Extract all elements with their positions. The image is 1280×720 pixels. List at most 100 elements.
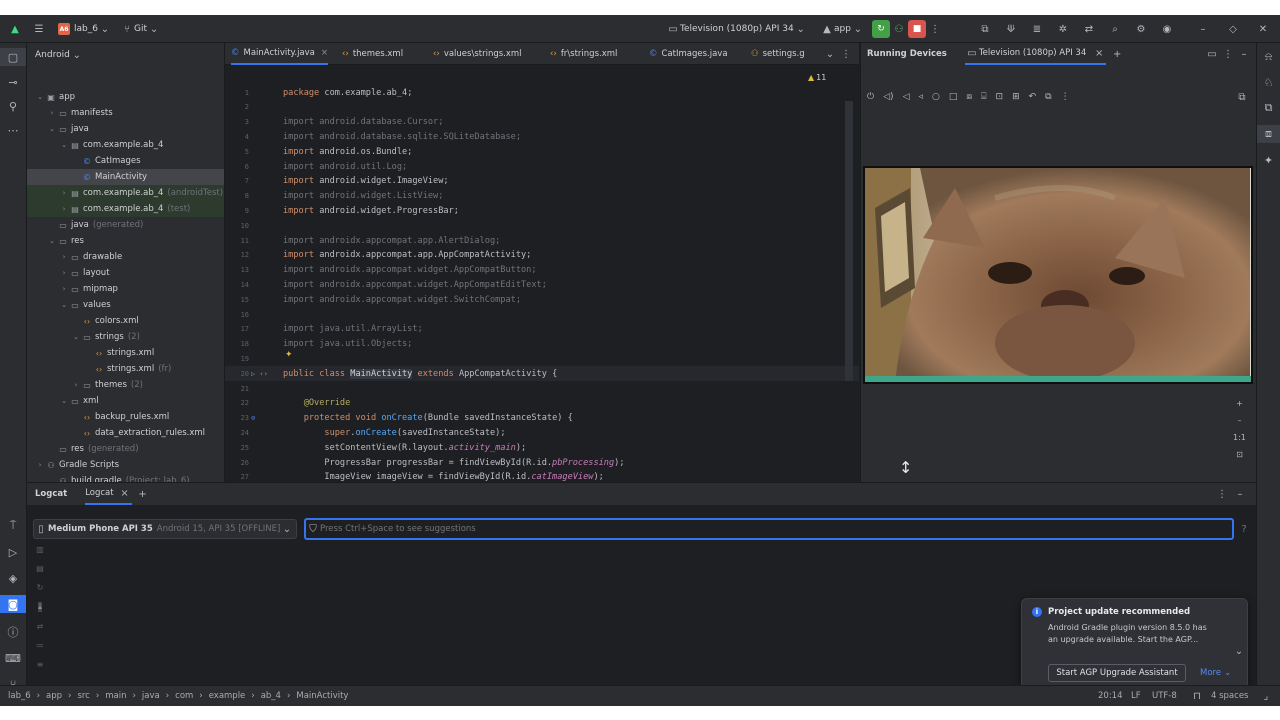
tree-item[interactable]: ⌄ ▭ java (27, 121, 224, 137)
screenshot-icon[interactable]: ⌸ (981, 92, 986, 102)
chevron-down-icon[interactable]: ⌄ (59, 301, 69, 309)
record-icon[interactable]: ⊡ (996, 92, 1004, 102)
logcat-device-selector[interactable]: ▯ Medium Phone API 35 Android 15, API 35… (33, 519, 297, 539)
apply-changes-icon[interactable]: ⚇ (892, 22, 906, 36)
run-tool-icon[interactable]: ▷ (0, 543, 26, 561)
breadcrumb-item[interactable]: src (77, 691, 89, 701)
breadcrumb-item[interactable]: MainActivity (296, 691, 348, 701)
restore-icon[interactable]: ◇ (1226, 22, 1240, 36)
format-icon[interactable]: ≡ (37, 660, 44, 669)
more-vertical-icon[interactable]: ⋮ (839, 47, 853, 61)
hide-panel-icon[interactable]: – (1233, 487, 1247, 501)
new-tab-icon[interactable]: + (136, 487, 150, 501)
editor-tab[interactable]: ‹› themes.xml (342, 43, 403, 65)
run-gutter-icon[interactable]: ▷ ‹› (251, 370, 268, 378)
tree-item[interactable]: ‹› strings.xml (27, 345, 224, 361)
vcs-selector[interactable]: ⑂ Git ⌄ (120, 15, 161, 43)
more-actions-link[interactable]: More ⌄ (1200, 664, 1231, 682)
chevron-right-icon[interactable]: › (71, 381, 81, 389)
back-icon[interactable]: ◃ (918, 92, 923, 102)
tree-item[interactable]: ⌄ ▭ strings (2) (27, 329, 224, 345)
tree-item[interactable]: © CatImages (27, 153, 224, 169)
sdk-manager-icon[interactable]: ⟱ (1004, 22, 1018, 36)
project-view-selector[interactable]: Android ⌄ (35, 47, 84, 63)
tree-item[interactable]: ‹› data_extraction_rules.xml (27, 425, 224, 441)
restart-icon[interactable]: ↻ (37, 583, 44, 592)
tree-item[interactable]: ⌄ ▭ res (27, 233, 224, 249)
notifications-icon[interactable]: ⍾ (1257, 48, 1280, 66)
add-device-icon[interactable]: + (1110, 47, 1124, 61)
undo-icon[interactable]: ↶ (1029, 92, 1037, 102)
editor-tab[interactable]: ‹› values\strings.xml (433, 43, 522, 65)
chevron-down-icon[interactable]: ⌄ (59, 141, 69, 149)
breadcrumb-item[interactable]: com (175, 691, 193, 701)
warnings-indicator[interactable]: ▲ 11 (808, 71, 826, 83)
account-icon[interactable]: ◉ (1160, 22, 1174, 36)
tree-item[interactable]: ⌄ ▭ values (27, 297, 224, 313)
tree-item[interactable]: › ▭ mipmap (27, 281, 224, 297)
build-tool-icon[interactable]: ⍑ (0, 517, 26, 535)
indent-setting[interactable]: 4 spaces (1211, 691, 1248, 701)
tree-item[interactable]: › ▤ com.example.ab_4 (test) (27, 201, 224, 217)
tree-item[interactable]: ⌄ ▤ com.example.ab_4 (27, 137, 224, 153)
rerun-button[interactable]: ↻ (872, 20, 890, 38)
project-tool-icon[interactable]: ▢ (0, 48, 26, 66)
lightbulb-icon[interactable]: ✦ (285, 350, 293, 360)
run-config-selector[interactable]: ▲ app ⌄ (820, 15, 865, 43)
more-vertical-icon[interactable]: ⋮ (1221, 47, 1235, 61)
hide-panel-icon[interactable]: – (1237, 47, 1251, 61)
chevron-down-icon[interactable]: ⌄ (59, 397, 69, 405)
editor-tab[interactable]: © MainActivity.java × (231, 43, 329, 65)
mirror-icon[interactable]: ⊞ (1012, 92, 1020, 102)
lock-icon[interactable]: ⊓ (1190, 689, 1204, 703)
editor-tab[interactable]: ⚇ settings.g (751, 43, 805, 65)
more-vertical-icon[interactable]: ⋮ (1061, 92, 1070, 102)
device-selector[interactable]: ▭ Television (1080p) API 34 ⌄ (666, 15, 808, 43)
breadcrumb-item[interactable]: app (46, 691, 62, 701)
help-icon[interactable]: ? (1237, 522, 1251, 536)
breadcrumb-item[interactable]: main (105, 691, 126, 701)
profiler-icon[interactable]: ≣ (1030, 22, 1044, 36)
tree-item[interactable]: ▭ java (generated) (27, 217, 224, 233)
chevron-down-icon[interactable]: ⌄ (35, 93, 45, 101)
chevron-down-icon[interactable]: ⌄ (47, 237, 57, 245)
home-icon[interactable]: ○ (932, 92, 940, 102)
settings-gear-icon[interactable]: ⚙ (1134, 22, 1148, 36)
commit-tool-icon[interactable]: ⊸ (0, 73, 26, 91)
more-vertical-icon[interactable]: ⋮ (928, 22, 942, 36)
tree-item[interactable]: ⌄ ▣ app (27, 89, 224, 105)
zoom-out-icon[interactable]: – (1237, 416, 1241, 425)
extended-controls-icon[interactable]: ⧉ (1235, 90, 1249, 104)
snapshot-icon[interactable]: ⧉ (1045, 92, 1051, 102)
tree-item[interactable]: › ▭ layout (27, 265, 224, 281)
tree-item[interactable]: ‹› strings.xml (fr) (27, 361, 224, 377)
chevron-down-icon[interactable]: ⌄ (71, 333, 81, 341)
zoom-actual-button[interactable]: 1:1 (1233, 433, 1246, 442)
editor-scrollbar[interactable] (845, 101, 853, 381)
structure-tool-icon[interactable]: ⚲ (0, 97, 26, 115)
device-tab[interactable]: ▭ Television (1080p) API 34 × (964, 43, 1107, 65)
tree-item[interactable]: © MainActivity (27, 169, 224, 185)
breadcrumb-item[interactable]: lab_6 (8, 691, 31, 701)
device-manager-icon[interactable]: ⧉ (978, 22, 992, 36)
search-icon[interactable]: ⌕ (1108, 22, 1122, 36)
logcat-tab[interactable]: Logcat × (85, 483, 132, 505)
gemini-icon[interactable]: ✦ (1257, 151, 1280, 169)
stop-button[interactable]: ■ (908, 20, 926, 38)
tree-item[interactable]: ▭ res (generated) (27, 441, 224, 457)
breadcrumb-item[interactable]: example (209, 691, 246, 701)
editor-tab[interactable]: ‹› fr\strings.xml (550, 43, 617, 65)
line-separator[interactable]: LF (1131, 691, 1141, 701)
tree-item[interactable]: › ▭ drawable (27, 249, 224, 265)
chevron-right-icon[interactable]: › (59, 253, 69, 261)
device-manager-tool-icon[interactable]: ⧉ (1257, 99, 1280, 117)
override-gutter-icon[interactable]: ⊙ (251, 414, 255, 422)
tree-item[interactable]: ‹› backup_rules.xml (27, 409, 224, 425)
logcat-filter-field[interactable]: ⛉ (304, 518, 1234, 540)
minimize-icon[interactable]: – (1196, 22, 1210, 36)
tree-item[interactable]: › ⚇ Gradle Scripts (27, 457, 224, 473)
chevron-down-icon[interactable]: ⌄ (47, 125, 57, 133)
chevron-right-icon[interactable]: › (59, 189, 69, 197)
editor-tab[interactable]: © CatImages.java (649, 43, 728, 65)
logcat-filter-input[interactable] (320, 524, 1200, 534)
